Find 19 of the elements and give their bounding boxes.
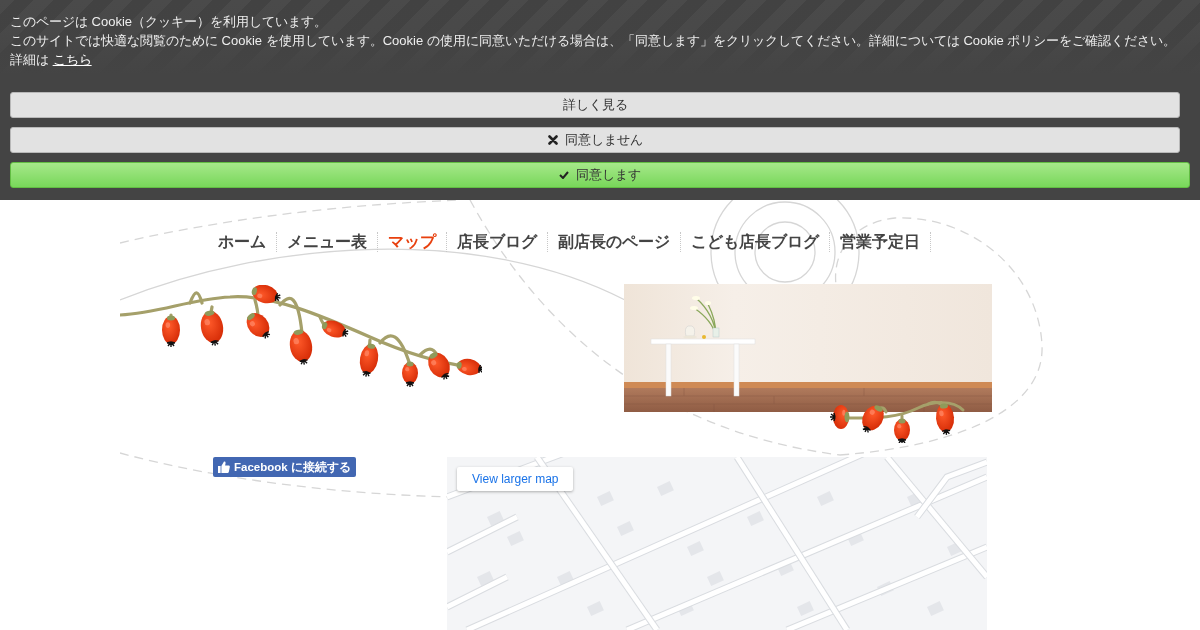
view-larger-map-link[interactable]: View larger map — [457, 467, 574, 491]
cookie-title: このページは Cookie（クッキー）を利用しています。 — [10, 13, 329, 31]
check-icon — [559, 171, 569, 179]
details-text: 詳細は こちら — [10, 51, 93, 69]
nav-link[interactable]: マップ — [378, 232, 447, 252]
decline-button[interactable]: 同意しません — [10, 127, 1180, 153]
nav-link[interactable]: こども店長ブログ — [681, 232, 830, 252]
facebook-connect-button[interactable]: Facebook に接続する — [213, 457, 356, 477]
nav-link[interactable]: ホーム — [208, 232, 277, 252]
nav-link[interactable]: 副店長のページ — [548, 232, 681, 252]
cookie-message: このサイトでは快適な閲覧のために Cookie を使用しています。Cookie の使用に同意いただける場合は、「同意します」をクリックしてください。詳細については Cookie ポリシーをご確認ください。 — [10, 32, 1178, 50]
details-link[interactable]: こちら — [52, 52, 92, 67]
nav-link[interactable]: 店長ブログ — [447, 232, 548, 252]
thumbs-up-icon — [218, 461, 230, 473]
nav-link[interactable]: メニュー表 — [277, 232, 378, 252]
more-info-button[interactable]: 詳しく見る — [10, 92, 1180, 118]
nav-link[interactable]: 営業予定日 — [830, 232, 931, 252]
accept-button[interactable]: 同意します — [10, 162, 1190, 188]
cross-icon — [547, 135, 558, 145]
